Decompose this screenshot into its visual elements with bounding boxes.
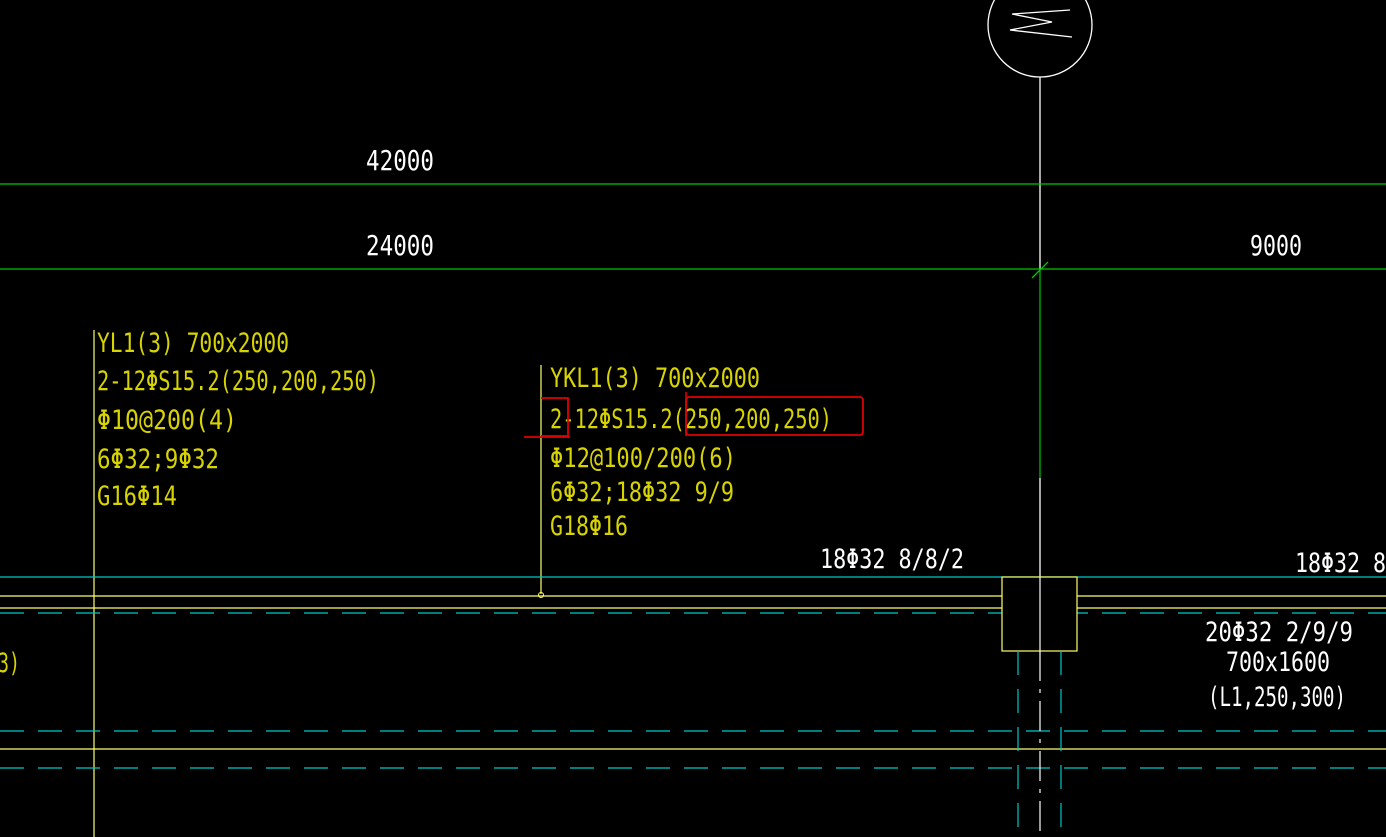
ykl1-line-3: Φ12@100/200(6) xyxy=(550,443,736,474)
rebar-note-left-edge: 3) xyxy=(0,648,20,679)
yl1-line-3: Φ10@200(4) xyxy=(97,405,237,436)
dimension-span-left: 24000 xyxy=(366,229,434,262)
cad-drawing-canvas[interactable]: M 42000 24000 9000 YL1(3) 700x2000 2-12Φ… xyxy=(0,0,1386,837)
axis-bubble: M xyxy=(987,0,1093,78)
rebar-note-top-mid: 18Φ32 8/8/2 xyxy=(820,544,964,575)
yl1-line-1: YL1(3) 700x2000 xyxy=(97,328,289,359)
yl1-line-2: 2-12ΦS15.2(250,200,250) xyxy=(97,366,379,397)
dimension-total: 42000 xyxy=(366,144,434,177)
ykl1-line-2: 2-12ΦS15.2(250,200,250) xyxy=(550,404,832,435)
ykl1-line-4: 6Φ32;18Φ32 9/9 xyxy=(550,477,734,508)
ykl1-line-1: YKL1(3) 700x2000 xyxy=(550,363,760,394)
ykl1-line-5: G18Φ16 xyxy=(550,511,628,542)
rebar-note-top-right: 18Φ32 8 xyxy=(1295,548,1386,579)
beam-annotation-ykl1[interactable]: YKL1(3) 700x2000 2-12ΦS15.2(250,200,250)… xyxy=(550,363,832,542)
beam-annotation-yl1[interactable]: YL1(3) 700x2000 2-12ΦS15.2(250,200,250) … xyxy=(97,328,379,512)
rebar-note-bottom-right-2: 700x1600 xyxy=(1226,647,1330,678)
rebar-note-bottom-right-3: (L1,250,300) xyxy=(1208,682,1346,713)
yl1-line-5: G16Φ14 xyxy=(97,481,177,512)
yl1-line-4: 6Φ32;9Φ32 xyxy=(97,444,219,475)
dimension-span-right: 9000 xyxy=(1250,229,1302,262)
axis-bubble-letter-m xyxy=(1009,9,1073,38)
rebar-note-bottom-right-1: 20Φ32 2/9/9 xyxy=(1205,617,1353,648)
